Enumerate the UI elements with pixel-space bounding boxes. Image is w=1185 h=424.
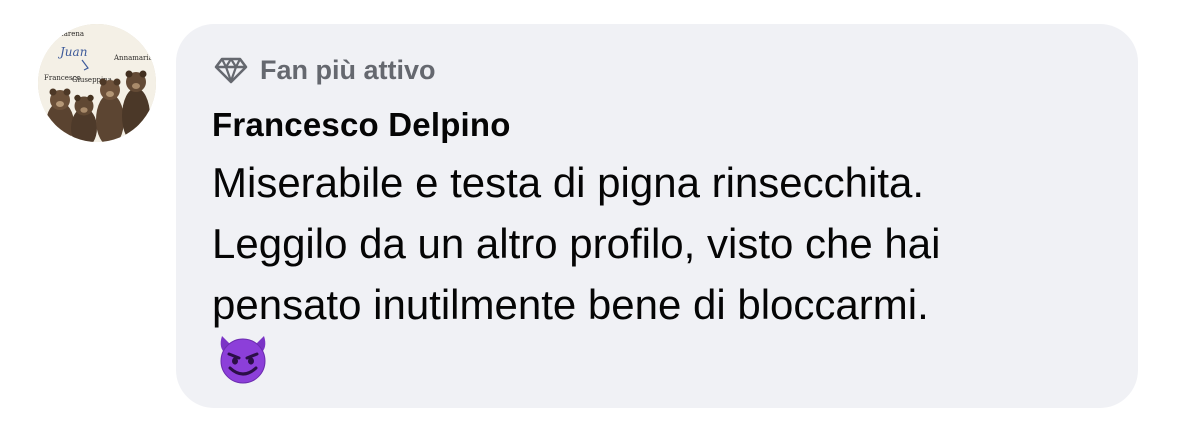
avatar-photo: Amarena Juan Francesco Giuseppina Annama… bbox=[38, 24, 156, 142]
badge-label: Fan più attivo bbox=[260, 54, 436, 85]
top-fan-badge[interactable]: Fan più attivo bbox=[214, 54, 436, 86]
comment-author-name[interactable]: Francesco Delpino bbox=[212, 106, 511, 144]
avatar-caption-script: Juan bbox=[57, 45, 87, 59]
diamond-icon bbox=[214, 56, 248, 84]
avatar-caption-top: Amarena bbox=[51, 30, 84, 38]
comment-text-line: pensato inutilmente bene di bloccarmi. bbox=[212, 281, 929, 328]
avatar[interactable]: Amarena Juan Francesco Giuseppina Annama… bbox=[38, 24, 156, 142]
comment-text: Miserabile e testa di pigna rinsecchita.… bbox=[212, 152, 1112, 335]
avatar-caption-right: Annamaria bbox=[113, 54, 153, 62]
comment-text-line: Leggilo da un altro profilo, visto che h… bbox=[212, 220, 941, 267]
comment-row: Amarena Juan Francesco Giuseppina Annama… bbox=[0, 0, 1185, 424]
comment-bubble: Fan più attivo Francesco Delpino Miserab… bbox=[176, 24, 1138, 408]
smiling-imp-emoji bbox=[214, 330, 272, 384]
comment-text-line: Miserabile e testa di pigna rinsecchita. bbox=[212, 159, 925, 206]
